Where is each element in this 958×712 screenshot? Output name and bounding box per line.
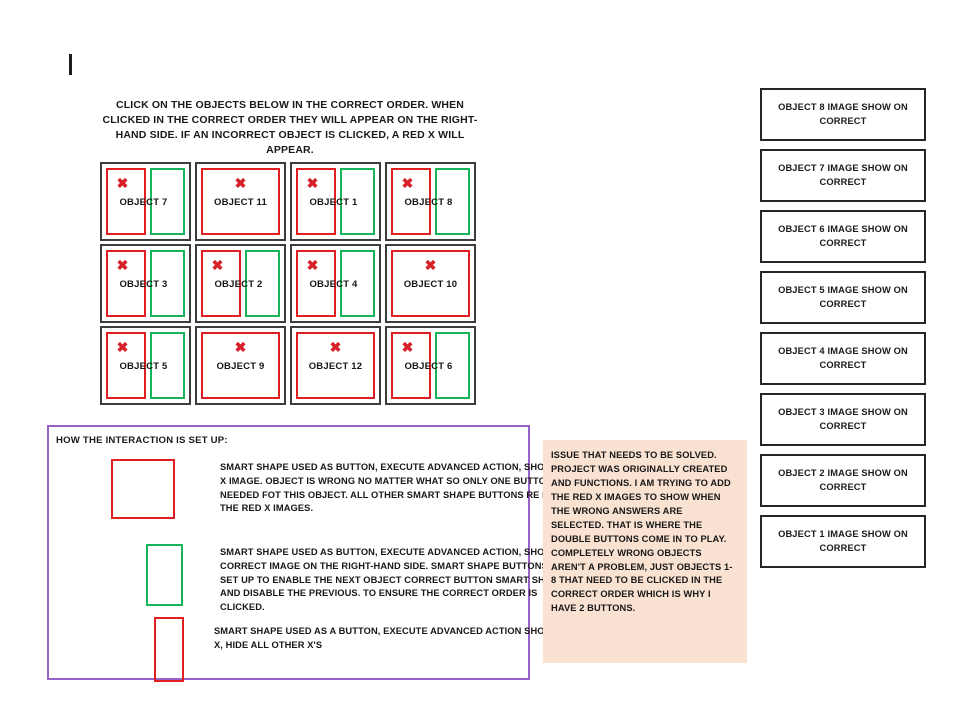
correct-answer-button[interactable] xyxy=(435,332,470,399)
object-cell-shapes xyxy=(102,246,189,321)
object-cell[interactable]: ✖ OBJECT 8 xyxy=(385,162,476,241)
object-cell-shapes xyxy=(102,328,189,403)
object-cell[interactable]: ✖ OBJECT 7 xyxy=(100,162,191,241)
object-cell[interactable]: ✖ OBJECT 11 xyxy=(195,162,286,241)
correct-image-panel: OBJECT 8 IMAGE SHOW ON CORRECT OBJECT 7 I… xyxy=(760,88,926,576)
legend-row-green-correct: SMART SHAPE USED AS BUTTON, EXECUTE ADVA… xyxy=(146,544,576,615)
wrong-answer-button[interactable] xyxy=(201,168,280,235)
object-cell[interactable]: ✖ OBJECT 2 xyxy=(195,244,286,323)
legend-box: HOW THE INTERACTION IS SET UP: SMART SHA… xyxy=(47,425,576,682)
wrong-answer-button[interactable] xyxy=(296,168,336,235)
object-cell-shapes xyxy=(197,328,284,403)
legend-title: HOW THE INTERACTION IS SET UP: xyxy=(56,435,228,446)
correct-answer-button[interactable] xyxy=(150,332,185,399)
wrong-answer-button[interactable] xyxy=(296,332,375,399)
correct-image-placeholder: OBJECT 7 IMAGE SHOW ON CORRECT xyxy=(760,149,926,202)
correct-image-placeholder: OBJECT 5 IMAGE SHOW ON CORRECT xyxy=(760,271,926,324)
object-cell-shapes xyxy=(387,246,474,321)
wrong-answer-button[interactable] xyxy=(201,250,241,317)
correct-image-placeholder: OBJECT 6 IMAGE SHOW ON CORRECT xyxy=(760,210,926,263)
legend-row-red-wrong: SMART SHAPE USED AS BUTTON, EXECUTE ADVA… xyxy=(111,459,576,519)
legend-row-red-show-x: SMART SHAPE USED AS A BUTTON, EXECUTE AD… xyxy=(154,617,564,682)
wrong-answer-button[interactable] xyxy=(391,168,431,235)
text-cursor-caret xyxy=(69,54,72,75)
object-cell[interactable]: ✖ OBJECT 9 xyxy=(195,326,286,405)
wrong-answer-button[interactable] xyxy=(296,250,336,317)
instructions-heading: CLICK ON THE OBJECTS BELOW IN THE CORREC… xyxy=(102,99,478,156)
object-cell[interactable]: ✖ OBJECT 10 xyxy=(385,244,476,323)
object-grid: ✖ OBJECT 7 ✖ OBJECT 11 ✖ OBJECT 1 ✖ OBJECT 8 ✖ OB… xyxy=(100,162,478,405)
correct-answer-button[interactable] xyxy=(150,250,185,317)
correct-image-placeholder: OBJECT 2 IMAGE SHOW ON CORRECT xyxy=(760,454,926,507)
object-cell[interactable]: ✖ OBJECT 1 xyxy=(290,162,381,241)
correct-answer-button[interactable] xyxy=(340,250,375,317)
correct-image-placeholder: OBJECT 1 IMAGE SHOW ON CORRECT xyxy=(760,515,926,568)
legend-text-red-wrong: SMART SHAPE USED AS BUTTON, EXECUTE ADVA… xyxy=(220,462,576,514)
object-cell[interactable]: ✖ OBJECT 12 xyxy=(290,326,381,405)
legend-swatch-red xyxy=(111,459,175,519)
object-cell-shapes xyxy=(292,328,379,403)
wrong-answer-button[interactable] xyxy=(391,332,431,399)
wrong-answer-button[interactable] xyxy=(106,332,146,399)
legend-swatch-red-narrow xyxy=(154,617,184,682)
correct-image-placeholder: OBJECT 4 IMAGE SHOW ON CORRECT xyxy=(760,332,926,385)
correct-answer-button[interactable] xyxy=(245,250,280,317)
legend-text-red-show-x: SMART SHAPE USED AS A BUTTON, EXECUTE AD… xyxy=(214,626,554,650)
object-cell[interactable]: ✖ OBJECT 4 xyxy=(290,244,381,323)
object-cell-shapes xyxy=(197,164,284,239)
object-cell-shapes xyxy=(387,164,474,239)
correct-image-placeholder: OBJECT 8 IMAGE SHOW ON CORRECT xyxy=(760,88,926,141)
legend-swatch-green xyxy=(146,544,183,606)
object-cell-shapes xyxy=(387,328,474,403)
legend-text-green-correct: SMART SHAPE USED AS BUTTON, EXECUTE ADVA… xyxy=(220,547,575,612)
object-cell-shapes xyxy=(197,246,284,321)
correct-answer-button[interactable] xyxy=(340,168,375,235)
wrong-answer-button[interactable] xyxy=(106,250,146,317)
correct-image-placeholder: OBJECT 3 IMAGE SHOW ON CORRECT xyxy=(760,393,926,446)
object-cell[interactable]: ✖ OBJECT 5 xyxy=(100,326,191,405)
object-cell-shapes xyxy=(292,164,379,239)
issue-note: ISSUE THAT NEEDS TO BE SOLVED. PROJECT W… xyxy=(543,440,747,663)
wrong-answer-button[interactable] xyxy=(391,250,470,317)
wrong-answer-button[interactable] xyxy=(201,332,280,399)
object-cell-shapes xyxy=(292,246,379,321)
object-cell[interactable]: ✖ OBJECT 3 xyxy=(100,244,191,323)
object-cell[interactable]: ✖ OBJECT 6 xyxy=(385,326,476,405)
object-cell-shapes xyxy=(102,164,189,239)
correct-answer-button[interactable] xyxy=(435,168,470,235)
correct-answer-button[interactable] xyxy=(150,168,185,235)
wrong-answer-button[interactable] xyxy=(106,168,146,235)
